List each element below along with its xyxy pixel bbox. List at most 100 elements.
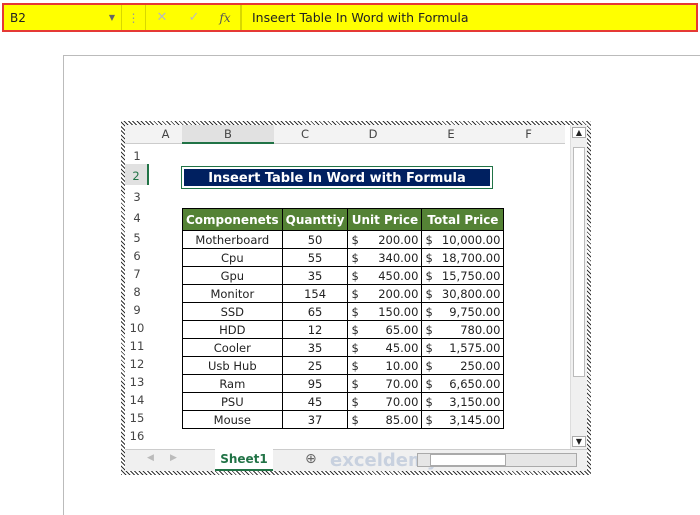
total-price-cell[interactable]: $18,700.00 [421, 248, 505, 267]
add-sheet-icon[interactable]: ⊕ [305, 451, 317, 467]
component-cell[interactable]: Motherboard [182, 230, 283, 249]
header-total-price: Total Price [421, 208, 505, 231]
column-header[interactable]: B [182, 125, 274, 144]
component-cell[interactable]: PSU [182, 392, 283, 411]
table-row: Monitor 154 $200.00 $30,800.00 [182, 284, 505, 303]
row-header[interactable]: 10 [125, 317, 149, 335]
sheet-tab[interactable]: Sheet1 [215, 449, 273, 471]
row-header[interactable]: 5 [125, 227, 149, 245]
row-header[interactable]: 11 [125, 335, 149, 353]
function-icon[interactable]: fx [210, 5, 242, 30]
component-cell[interactable]: Cooler [182, 338, 283, 357]
row-header[interactable]: 13 [125, 371, 149, 389]
row-header[interactable]: 2 [125, 164, 149, 185]
scroll-up-icon[interactable]: ▲ [572, 127, 586, 138]
unit-price-cell[interactable]: $45.00 [347, 338, 423, 357]
value: 6,650.00 [449, 376, 501, 391]
component-cell[interactable]: SSD [182, 302, 283, 321]
value: 250.00 [460, 358, 501, 373]
quantity-cell[interactable]: 45 [281, 392, 349, 411]
quantity-cell[interactable]: 55 [281, 248, 349, 267]
component-cell[interactable]: Usb Hub [182, 356, 283, 375]
column-header[interactable]: D [336, 125, 410, 144]
column-header[interactable]: E [410, 125, 492, 144]
total-price-cell[interactable]: $3,150.00 [421, 392, 505, 411]
quantity-cell[interactable]: 35 [281, 338, 349, 357]
row-header[interactable]: 3 [125, 185, 149, 205]
component-cell[interactable]: Gpu [182, 266, 283, 285]
table-row: Mouse 37 $85.00 $3,145.00 [182, 410, 505, 429]
data-table: Componenets Quanttiy Unit Price Total Pr… [182, 208, 505, 429]
quantity-cell[interactable]: 25 [281, 356, 349, 375]
check-icon[interactable]: ✓ [178, 10, 210, 25]
unit-price-cell[interactable]: $85.00 [347, 410, 423, 429]
quantity-cell[interactable]: 37 [281, 410, 349, 429]
row-header[interactable]: 15 [125, 407, 149, 425]
horizontal-scrollbar[interactable] [417, 453, 577, 467]
column-header[interactable]: C [274, 125, 336, 144]
next-sheet-icon[interactable]: ▶ [170, 453, 177, 463]
unit-price-cell[interactable]: $200.00 [347, 230, 423, 249]
total-price-cell[interactable]: $10,000.00 [421, 230, 505, 249]
row-header[interactable]: 9 [125, 299, 149, 317]
quantity-cell[interactable]: 154 [281, 284, 349, 303]
quantity-cell[interactable]: 65 [281, 302, 349, 321]
row-header[interactable]: 7 [125, 263, 149, 281]
component-cell[interactable]: Mouse [182, 410, 283, 429]
vertical-scrollbar[interactable]: ▲ ▼ [570, 125, 587, 449]
value: 10,000.00 [441, 232, 501, 247]
unit-price-cell[interactable]: $70.00 [347, 374, 423, 393]
total-price-cell[interactable]: $6,650.00 [421, 374, 505, 393]
unit-price-cell[interactable]: $65.00 [347, 320, 423, 339]
value: 3,145.00 [449, 412, 501, 427]
row-header[interactable]: 12 [125, 353, 149, 371]
value: 45.00 [385, 340, 419, 355]
unit-price-cell[interactable]: $200.00 [347, 284, 423, 303]
cancel-icon[interactable]: ✕ [146, 10, 178, 25]
row-header[interactable]: 8 [125, 281, 149, 299]
component-cell[interactable]: HDD [182, 320, 283, 339]
scroll-down-icon[interactable]: ▼ [572, 436, 586, 447]
quantity-cell[interactable]: 12 [281, 320, 349, 339]
h-scroll-thumb[interactable] [430, 454, 506, 466]
quantity-cell[interactable]: 95 [281, 374, 349, 393]
total-price-cell[interactable]: $3,145.00 [421, 410, 505, 429]
total-price-cell[interactable]: $30,800.00 [421, 284, 505, 303]
component-cell[interactable]: Monitor [182, 284, 283, 303]
column-header[interactable]: A [149, 125, 182, 144]
row-header[interactable]: 16 [125, 425, 149, 443]
column-header[interactable]: F [492, 125, 565, 144]
table-row: Cpu 55 $340.00 $18,700.00 [182, 248, 505, 267]
row-header[interactable]: 6 [125, 245, 149, 263]
name-box[interactable]: B2 ▼ [4, 5, 122, 30]
total-price-cell[interactable]: $15,750.00 [421, 266, 505, 285]
quantity-cell[interactable]: 35 [281, 266, 349, 285]
title-cell[interactable]: Inseert Table In Word with Formula [181, 166, 493, 189]
row-header[interactable]: 1 [125, 145, 149, 164]
unit-price-cell[interactable]: $450.00 [347, 266, 423, 285]
unit-price-cell[interactable]: $70.00 [347, 392, 423, 411]
prev-sheet-icon[interactable]: ◀ [147, 453, 154, 463]
unit-price-cell[interactable]: $340.00 [347, 248, 423, 267]
component-cell[interactable]: Ram [182, 374, 283, 393]
total-price-cell[interactable]: $780.00 [421, 320, 505, 339]
table-row: Usb Hub 25 $10.00 $250.00 [182, 356, 505, 375]
currency: $ [351, 232, 359, 247]
component-cell[interactable]: Cpu [182, 248, 283, 267]
unit-price-cell[interactable]: $10.00 [347, 356, 423, 375]
total-price-cell[interactable]: $1,575.00 [421, 338, 505, 357]
value: 780.00 [460, 322, 501, 337]
currency: $ [425, 394, 433, 409]
unit-price-cell[interactable]: $150.00 [347, 302, 423, 321]
select-all[interactable] [125, 125, 149, 144]
row-header[interactable]: 4 [125, 205, 149, 227]
currency: $ [351, 322, 359, 337]
total-price-cell[interactable]: $250.00 [421, 356, 505, 375]
table-row: Ram 95 $70.00 $6,650.00 [182, 374, 505, 393]
embedded-excel-object[interactable]: ABCDEF 1 2 3 4 5 6 7 8 9 10 11 12 13 14 15 16 Inseert T… [121, 121, 591, 475]
quantity-cell[interactable]: 50 [281, 230, 349, 249]
row-header[interactable]: 14 [125, 389, 149, 407]
total-price-cell[interactable]: $9,750.00 [421, 302, 505, 321]
scroll-thumb[interactable] [573, 147, 585, 377]
formula-input[interactable]: Inseert Table In Word with Formula [242, 10, 469, 25]
